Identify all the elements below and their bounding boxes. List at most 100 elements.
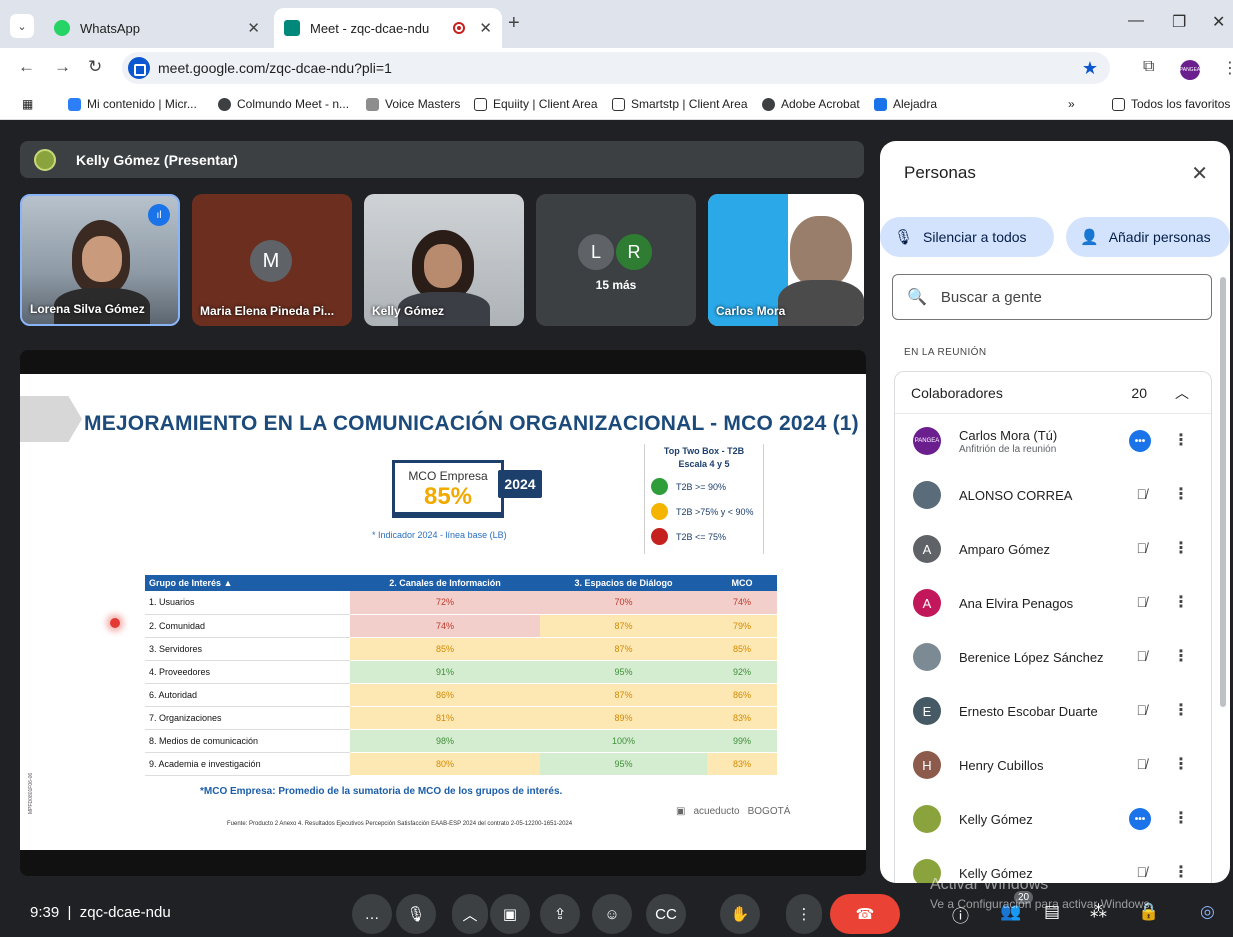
new-tab-button[interactable]: + [508, 12, 520, 35]
close-tab-icon[interactable]: ✕ [479, 19, 492, 37]
back-button[interactable]: ← [18, 57, 35, 77]
row-label: 3. Servidores [145, 637, 350, 661]
microsoft-icon [68, 97, 81, 111]
more-options-icon[interactable]: ⋮ [1173, 808, 1189, 828]
participant-row[interactable]: Berenice López Sánchez 🎙̸ ⋮ [895, 630, 1211, 684]
add-people-button[interactable]: 👤 Añadir personas [1066, 217, 1230, 257]
more-options-icon[interactable]: ⋮ [1173, 484, 1189, 504]
participant-avatar: M [250, 240, 292, 282]
more-options-icon[interactable]: ⋮ [1173, 862, 1189, 882]
bookmark-item[interactable]: Smartstp | Client Area [612, 97, 748, 111]
restore-button[interactable]: ❐ [1172, 12, 1186, 32]
mute-all-button[interactable]: 🎙 Silenciar a todos [880, 217, 1054, 257]
panel-scrollbar[interactable] [1220, 277, 1226, 707]
address-bar[interactable]: meet.google.com/zqc-dcae-ndu?pli=1 ★ [122, 52, 1110, 84]
bookmark-item[interactable]: Equiity | Client Area [474, 97, 598, 111]
mic-off-icon[interactable]: 🎙̸ [1137, 486, 1148, 502]
close-window-button[interactable]: ✕ [1212, 12, 1225, 32]
more-reactions-button[interactable]: … [352, 894, 392, 934]
presenter-label: Kelly Gómez (Presentar) [76, 151, 238, 168]
extensions-icon[interactable]: ⧉ [1143, 58, 1154, 76]
participant-row[interactable]: Kelly Gómez ••• ⋮ [895, 792, 1211, 846]
tile-name: Kelly Gómez [372, 304, 445, 318]
mic-off-icon[interactable]: 🎙̸ [1137, 756, 1148, 772]
tab-meet[interactable]: Meet - zqc-dcae-ndu ✕ [274, 8, 502, 48]
mic-off-icon[interactable]: 🎙̸ [1137, 540, 1148, 556]
tile-name: Carlos Mora [716, 304, 786, 318]
participant-row[interactable]: H Henry Cubillos 🎙̸ ⋮ [895, 738, 1211, 792]
present-screen-icon[interactable]: ⇪ [540, 894, 580, 934]
mic-icon[interactable]: 🎙 [396, 894, 436, 934]
raise-hand-icon[interactable]: ✋ [720, 894, 760, 934]
more-options-icon[interactable]: ⋮ [1173, 538, 1189, 558]
bookmark-label: Smartstp | Client Area [631, 97, 748, 111]
more-options-icon[interactable]: ⋮ [1173, 700, 1189, 720]
more-participants-tile[interactable]: L R 15 más [536, 194, 696, 326]
apps-icon[interactable]: ▦ [22, 97, 33, 111]
companion-icon[interactable]: ◎ [1200, 902, 1215, 922]
tab-whatsapp[interactable]: WhatsApp ✕ [44, 8, 270, 48]
legend-item: T2B <= 75% [651, 528, 763, 545]
participant-text: Kelly Gómez [959, 812, 1033, 827]
emoji-icon[interactable]: ☺ [592, 894, 632, 934]
all-bookmarks-folder[interactable]: Todos los favoritos [1112, 97, 1230, 111]
camera-icon[interactable]: ▣ [490, 894, 530, 934]
tab-title: WhatsApp [80, 20, 140, 36]
presentation-area[interactable]: MEJORAMIENTO EN LA COMUNICACIÓN ORGANIZA… [20, 350, 866, 876]
participant-tile[interactable]: Kelly Gómez [364, 194, 524, 326]
bookmarks-bar: ▦ Mi contenido | Micr... Colmundo Meet -… [0, 88, 1233, 120]
more-options-icon[interactable]: ⋮ [1173, 754, 1189, 774]
table-cell: 87% [540, 637, 707, 661]
add-people-label: Añadir personas [1108, 229, 1211, 245]
captions-icon[interactable]: CC [646, 894, 686, 934]
participant-tile[interactable]: Carlos Mora [708, 194, 864, 326]
row-label: 6. Autoridad [145, 683, 350, 707]
bookmark-item[interactable]: Adobe Acrobat [762, 97, 860, 111]
group-header[interactable]: Colaboradores 20 ︿ [895, 372, 1211, 414]
close-tab-icon[interactable]: ✕ [247, 19, 260, 37]
mic-off-icon[interactable]: 🎙̸ [1137, 648, 1148, 664]
participant-row[interactable]: ALONSO CORREA 🎙̸ ⋮ [895, 468, 1211, 522]
minimize-button[interactable]: — [1128, 12, 1144, 30]
bookmark-item[interactable]: Mi contenido | Micr... [68, 97, 197, 111]
table-cell: 86% [707, 683, 777, 707]
speaking-indicator-icon[interactable]: ••• [1129, 430, 1151, 452]
participant-row[interactable]: PANGEA Carlos Mora (Tú) Anfitrión de la re… [895, 414, 1211, 468]
speaking-indicator-icon[interactable]: ••• [1129, 808, 1151, 830]
more-options-icon[interactable]: ⋮ [1173, 592, 1189, 612]
participant-name: Carlos Mora (Tú) [959, 427, 1058, 443]
participant-row[interactable]: A Amparo Gómez 🎙̸ ⋮ [895, 522, 1211, 576]
more-options-icon[interactable]: ⋮ [1173, 646, 1189, 666]
participant-row[interactable]: A Ana Elvira Penagos 🎙̸ ⋮ [895, 576, 1211, 630]
chevron-up-icon[interactable]: ︿ [1175, 383, 1189, 403]
participant-tile[interactable]: M Maria Elena Pineda Pi... [192, 194, 352, 326]
people-search-input[interactable]: 🔍 Buscar a gente [892, 274, 1212, 320]
menu-icon[interactable]: ⋮ [1222, 58, 1233, 78]
end-call-button[interactable]: ☎ [830, 894, 900, 934]
bookmark-item[interactable]: Colmundo Meet - n... [218, 97, 349, 111]
bookmark-star-icon[interactable]: ★ [1082, 58, 1098, 79]
group-count: 20 [1131, 384, 1147, 401]
close-panel-icon[interactable]: ✕ [1191, 161, 1208, 186]
more-options-icon[interactable]: ⋮ [786, 894, 822, 934]
participant-text: Ernesto Escobar Duarte [959, 704, 1098, 719]
mic-off-icon[interactable]: 🎙̸ [1137, 594, 1148, 610]
mco-results-table: Grupo de Interés ▲ 2. Canales de Informac… [145, 575, 777, 776]
participant-avatar: H [913, 751, 941, 779]
tab-search-button[interactable]: ⌄ [10, 14, 34, 38]
bookmark-item[interactable]: Voice Masters [366, 97, 460, 111]
participant-row[interactable]: E Ernesto Escobar Duarte 🎙̸ ⋮ [895, 684, 1211, 738]
more-participants-label: 15 más [595, 278, 637, 292]
participant-tile[interactable]: ıl Lorena Silva Gómez [20, 194, 180, 326]
profile-avatar[interactable]: PANGEA [1180, 60, 1200, 80]
forward-button[interactable]: → [54, 57, 71, 77]
participant-avatar: L [576, 232, 616, 272]
more-options-icon[interactable]: ⋮ [1173, 430, 1189, 450]
mic-off-icon[interactable]: 🎙̸ [1137, 702, 1148, 718]
more-bookmarks-icon[interactable]: » [1068, 97, 1075, 111]
mic-off-icon[interactable]: 🎙̸ [1137, 864, 1148, 880]
bookmark-item[interactable]: Alejadra [874, 97, 937, 111]
chevron-up-icon[interactable]: ︿ [452, 894, 488, 934]
reload-button[interactable]: ↻ [88, 57, 102, 77]
site-info-icon[interactable] [128, 57, 150, 79]
